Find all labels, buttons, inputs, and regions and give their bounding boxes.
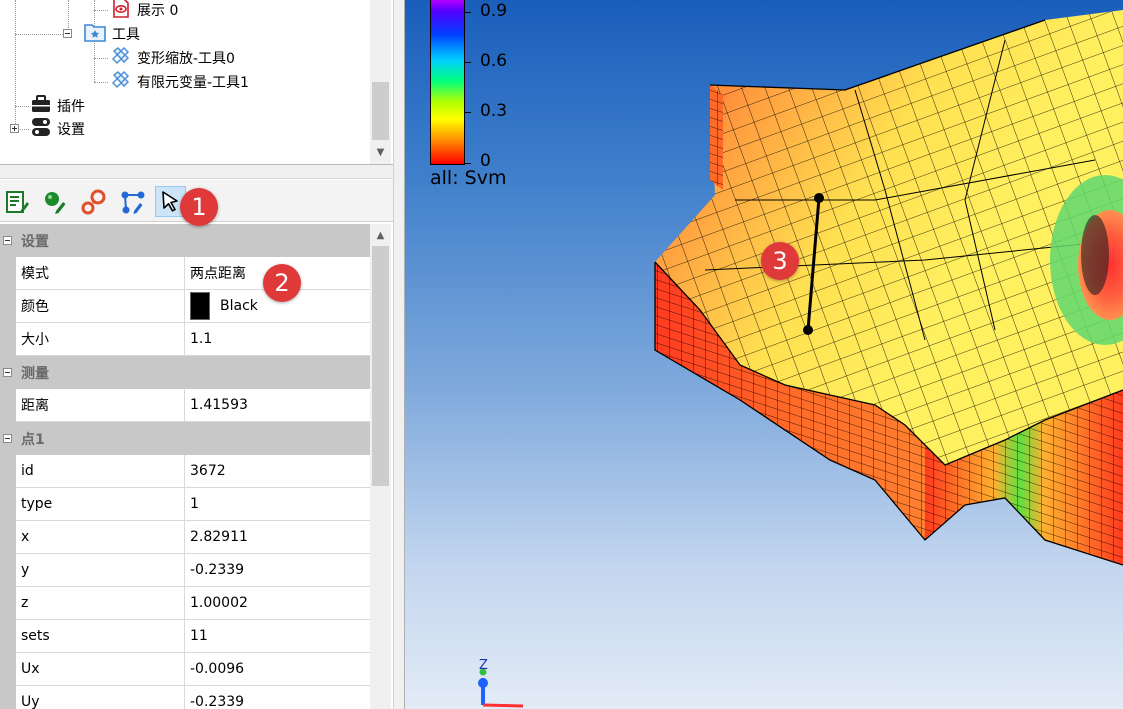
panel-splitter[interactable]: [0, 165, 393, 179]
property-grid: 设置 模式 两点距离 颜色 Black 大小 1.1 测量 距离 1.41593…: [0, 224, 393, 709]
fe-mesh-model[interactable]: Z: [405, 0, 1123, 709]
collapse-toggle[interactable]: [3, 434, 12, 443]
category-measure[interactable]: 测量: [0, 356, 370, 389]
property-scrollbar[interactable]: ▲: [370, 224, 391, 709]
prop-row-y[interactable]: y -0.2339: [0, 554, 370, 587]
tree-connector: [15, 106, 29, 107]
category-point1[interactable]: 点1: [0, 422, 370, 455]
measure-angle-button[interactable]: [117, 186, 148, 217]
category-settings[interactable]: 设置: [0, 224, 370, 257]
axis-triad: Z: [478, 658, 524, 708]
tool-icon: [111, 46, 131, 70]
tree-connector: [15, 34, 67, 35]
measure-point-1[interactable]: [814, 193, 824, 203]
pane-divider[interactable]: [393, 0, 405, 709]
tree-connector: [15, 0, 16, 128]
prop-row-z[interactable]: z 1.00002: [0, 587, 370, 620]
prop-row-x[interactable]: x 2.82911: [0, 521, 370, 554]
prop-row-uy[interactable]: Uy -0.2339: [0, 686, 370, 709]
eye-document-icon: [111, 0, 131, 22]
tree-connector: [94, 82, 108, 83]
tree-item-display[interactable]: 展示 0: [111, 0, 178, 21]
tree-scrollbar-thumb[interactable]: [372, 82, 389, 140]
measure-angle-icon: [121, 191, 144, 214]
expand-toggle-settings[interactable]: [10, 124, 19, 133]
probe-icon: [81, 189, 105, 214]
step-badge-3: 3: [761, 242, 799, 280]
tree-item-tools[interactable]: 工具: [84, 23, 140, 45]
axis-z-label: Z: [479, 658, 488, 673]
tree-scrollbar[interactable]: ▼: [370, 0, 391, 164]
prop-row-type[interactable]: type 1: [0, 488, 370, 521]
edit-list-icon: [5, 190, 29, 213]
measure-point-2[interactable]: [803, 325, 813, 335]
prop-row-distance[interactable]: 距离 1.41593: [0, 389, 370, 422]
step-badge-1: 1: [180, 188, 218, 226]
probe-button[interactable]: [78, 186, 109, 217]
property-scrollbar-thumb[interactable]: [372, 246, 389, 486]
prop-row-ux[interactable]: Ux -0.0096: [0, 653, 370, 686]
scroll-up-icon[interactable]: ▲: [371, 226, 390, 245]
tree-item-fe-variable-tool[interactable]: 有限元变量-工具1: [111, 70, 249, 94]
scroll-down-icon[interactable]: ▼: [371, 143, 390, 162]
tree-item-settings[interactable]: 设置: [31, 118, 85, 140]
left-panel: 展示 0 工具 变形缩放-工具0 有限元变量-工具1 插件 设置 ▼ 设置 模式…: [0, 0, 393, 709]
prop-row-size[interactable]: 大小 1.1: [0, 323, 370, 356]
toolbox-icon: [31, 94, 51, 118]
collapse-toggle[interactable]: [3, 368, 12, 377]
add-point-icon: [44, 191, 65, 214]
prop-row-id[interactable]: id 3672: [0, 455, 370, 488]
color-swatch: [190, 292, 210, 320]
prop-row-mode[interactable]: 模式 两点距离: [0, 257, 370, 290]
prop-row-color[interactable]: 颜色 Black: [0, 290, 370, 323]
collapse-toggle[interactable]: [3, 236, 12, 245]
prop-row-sets[interactable]: sets 11: [0, 620, 370, 653]
project-tree: 展示 0 工具 变形缩放-工具0 有限元变量-工具1 插件 设置 ▼: [0, 0, 393, 165]
expand-toggle-tools[interactable]: [63, 29, 72, 38]
3d-viewport[interactable]: 0.9 0.6 0.3 0 all: Svm Z: [405, 0, 1123, 709]
edit-list-button[interactable]: [1, 186, 32, 217]
tree-connector: [94, 58, 108, 59]
folder-star-icon: [84, 22, 106, 46]
tree-item-deform-tool[interactable]: 变形缩放-工具0: [111, 46, 235, 70]
tool-icon: [111, 70, 131, 94]
tree-item-plugins[interactable]: 插件: [31, 95, 85, 117]
toggle-settings-icon: [31, 117, 51, 141]
add-point-button[interactable]: [39, 186, 70, 217]
tree-connector: [94, 10, 108, 11]
step-badge-2: 2: [263, 264, 301, 302]
